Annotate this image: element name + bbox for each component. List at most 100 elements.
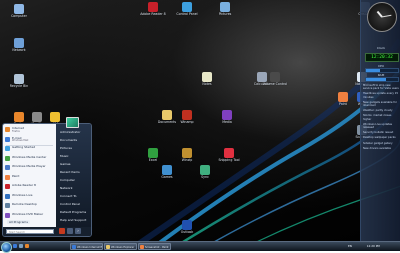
program-subtitle: Firefox [12,129,20,133]
start-menu-program[interactable]: Remote Desktop [4,202,55,210]
desktop-icon-label: Recycle Bin [9,84,29,88]
power-button[interactable] [59,228,65,234]
program-icon [5,136,10,142]
start-menu-program[interactable]: Getting Started [4,145,55,153]
tray-clock[interactable]: 12:20 PM [367,244,380,248]
start-menu: Internet Firefox E-mail Windows Mail Getting… [2,123,92,237]
desktop-icon[interactable]: Adobe Reader 8 [136,2,170,16]
start-menu-place[interactable]: Default Programs [60,210,86,214]
start-menu-program[interactable]: Internet Firefox [4,126,55,134]
desktop-icon-label: Notes [202,82,212,86]
program-icon [5,155,10,161]
feed-item[interactable]: New gadgets available for download [363,101,399,107]
program-icon [5,165,10,170]
desktop-icon-label: Computer [11,14,27,18]
taskbar-window-button[interactable]: Windows Explorer [104,243,137,250]
desktop-icon[interactable]: Winzip [170,148,204,162]
quick-launch-desktop-icon[interactable] [19,244,23,248]
start-menu-place[interactable]: Computer [60,178,75,182]
program-icon [5,212,10,218]
start-menu-program[interactable]: Paint [4,174,55,182]
desktop-icon[interactable]: Control Panel [170,2,204,16]
start-menu-place[interactable]: Help and Support [60,218,86,222]
app-icon [14,74,24,84]
window-title: Windows Internet Explorer [77,246,103,249]
feed-item[interactable]: Headlines update every 15 minutes [363,92,399,98]
start-menu-place[interactable]: Administrator [60,130,80,134]
desktop-icon-label: Winzip [181,158,193,162]
lock-button[interactable] [67,228,73,234]
start-orb-button[interactable] [1,242,12,253]
start-menu-program[interactable]: Windows DVD Maker [4,212,55,220]
start-menu-program[interactable]: Windows Live [4,193,55,201]
desktop-icon-label: Pictures [218,12,232,16]
start-menu-program[interactable]: Windows Media Center [4,155,55,163]
digital-clock-title: Clock [376,46,386,50]
app-icon [148,148,158,158]
start-menu-place[interactable]: Connect To [60,194,77,198]
feed-item[interactable]: Windows Live updates released [363,123,399,129]
program-title: Remote Desktop [12,202,37,206]
start-menu-program[interactable]: E-mail Windows Mail [4,136,55,144]
start-menu-place[interactable]: Network [60,186,73,190]
desktop-icon-label: Winamp [180,120,194,124]
feed-item[interactable]: Sidebar gadget gallery [363,142,399,145]
app-icon [182,148,192,158]
feed-item[interactable]: New drivers available [363,147,399,150]
quick-launch-ie-icon[interactable] [13,244,17,248]
window-icon [72,245,76,249]
start-menu-place[interactable]: Music [60,154,69,158]
desktop-icon[interactable]: Recycle Bin [2,74,36,88]
start-search-input[interactable]: Start Search [6,228,54,234]
clock-gadget[interactable] [367,2,397,32]
feed-headlines-gadget[interactable]: Microsoft to ship new service pack for V… [363,84,399,152]
language-indicator[interactable]: EN [348,244,352,248]
desktop-icon-label: Outlook [180,230,194,234]
desktop-icon[interactable]: Sync [188,165,222,179]
desktop-icon[interactable]: Snipping Tool [212,148,246,162]
feed-item[interactable]: Weather: partly cloudy [363,109,399,112]
start-menu-place[interactable]: Pictures [60,146,72,150]
start-menu-place[interactable]: Control Panel [60,202,80,206]
desktop-icon[interactable]: Media [210,110,244,124]
feed-item[interactable]: Desktop wallpaper packs [363,136,399,139]
window-icon [106,245,110,249]
program-icon [5,146,10,151]
start-menu-place[interactable]: Games [60,162,71,166]
start-menu-program[interactable]: Windows Media Player [4,164,55,172]
windows-sidebar: Clock 12:20:32 CPU RAM Microsoft to ship… [360,0,400,241]
app-icon [202,72,212,82]
all-programs-button[interactable]: All Programs [7,220,30,224]
program-icon [5,127,10,132]
program-title: Adobe Reader 8 [12,183,36,187]
desktop-icon-label: Adobe Reader 8 [140,12,166,16]
desktop-icon[interactable]: Volume Control [258,72,292,86]
start-menu-program[interactable]: Adobe Reader 8 [4,183,55,191]
feed-item[interactable]: Security bulletin issued [363,131,399,134]
desktop-icon[interactable]: Excel [136,148,170,162]
program-icon [5,174,10,180]
taskbar-window-button[interactable]: Screenshot - Paint [138,243,171,250]
feed-item[interactable]: Microsoft to ship new service pack for V… [363,84,399,90]
desktop-icon[interactable]: Network [2,38,36,52]
shutdown-options-button[interactable]: › [75,228,81,234]
desktop-icon[interactable]: Games [150,165,184,179]
app-icon [148,2,158,12]
desktop-icon[interactable]: Pictures [208,2,242,16]
app-icon [162,165,172,175]
start-menu-place[interactable]: Documents [60,138,77,142]
app-icon [182,2,192,12]
window-title: Windows Explorer [111,246,135,249]
start-menu-place[interactable]: Recent Items [60,170,80,174]
desktop-icon[interactable]: Winamp [170,110,204,124]
feed-item[interactable]: Stocks: market closes higher [363,114,399,120]
app-icon [182,220,192,230]
taskbar-window-button[interactable]: Windows Internet Explorer [70,243,103,250]
user-avatar[interactable] [66,117,79,128]
desktop-icon[interactable]: Outlook [170,220,204,234]
quick-launch-firefox-icon[interactable] [25,244,29,248]
desktop-icon[interactable]: Computer [2,4,36,18]
program-icon [5,193,10,199]
digital-clock: 12:20:32 [365,53,399,62]
desktop-icon[interactable]: Notes [190,72,224,86]
